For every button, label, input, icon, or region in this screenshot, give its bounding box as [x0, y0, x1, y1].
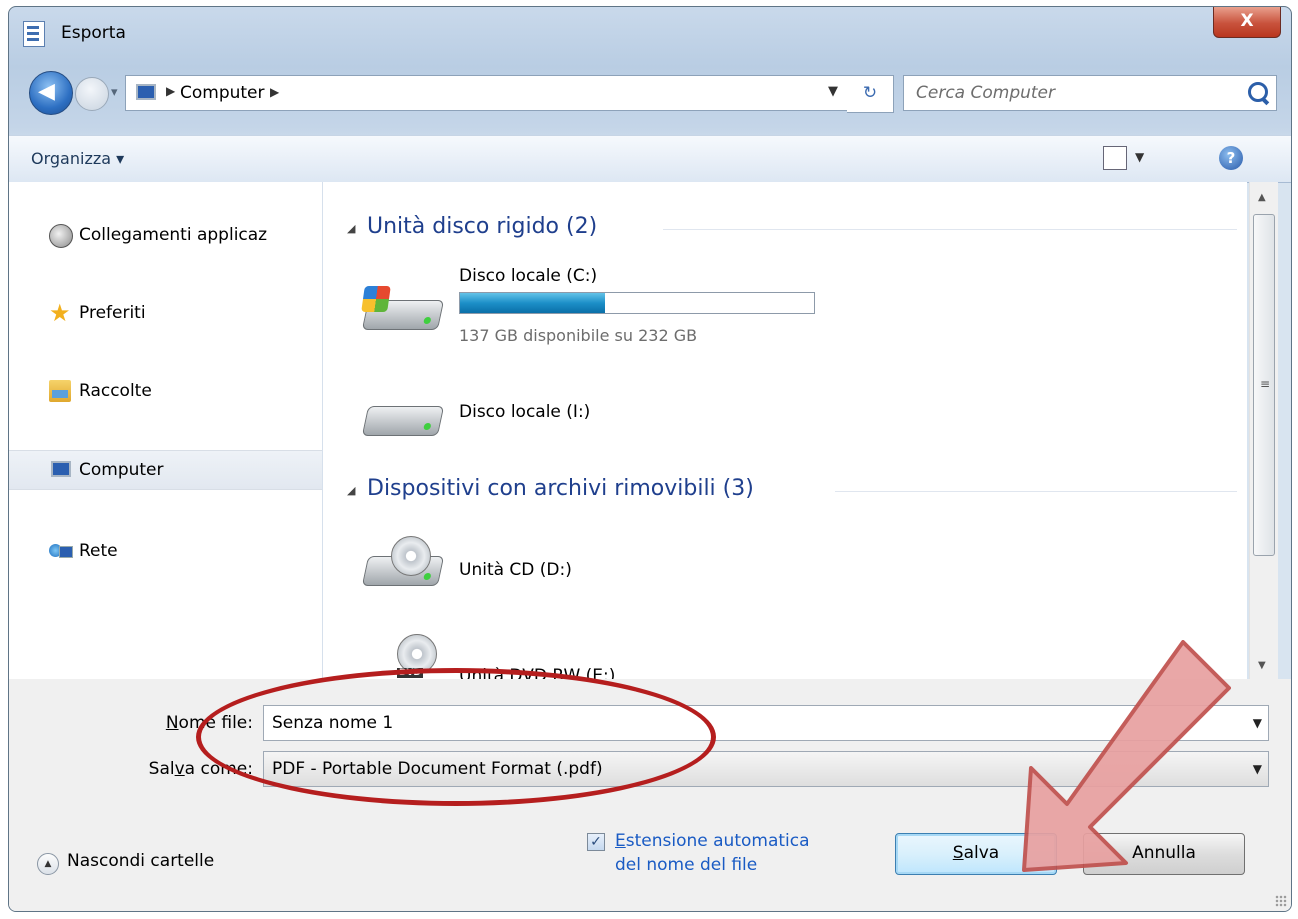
chevron-up-icon: ▲ [37, 853, 59, 875]
document-icon [23, 21, 45, 47]
drive-c-usage-fill [460, 293, 606, 313]
group-divider [663, 229, 1237, 230]
scroll-down-icon[interactable]: ▼ [1258, 660, 1266, 671]
network-icon [49, 540, 73, 562]
scroll-up-icon[interactable]: ▲ [1258, 192, 1266, 203]
grip-icon: ≡ [1260, 377, 1271, 391]
system-drive-icon[interactable] [359, 286, 447, 338]
search-placeholder: Cerca Computer [916, 83, 1055, 103]
command-bar: Organizza ▾ ▼ ? [9, 135, 1291, 183]
search-box[interactable]: Cerca Computer [903, 75, 1277, 111]
collapse-triangle-icon[interactable]: ◢ [347, 484, 355, 497]
drive-name-c[interactable]: Disco locale (C:) [459, 266, 597, 286]
resize-grip[interactable] [1275, 895, 1287, 907]
auto-extension-checkbox[interactable]: ✓ [587, 833, 605, 851]
sidebar-item-network[interactable]: Rete [9, 532, 322, 570]
scrollbar-thumb[interactable]: ≡ [1253, 214, 1275, 556]
navigation-bar: ▾ ▶ Computer ▶ ▼ ↻ Cerca Computer [9, 69, 1291, 117]
sidebar-item-app-links[interactable]: Collegamenti applicaz [9, 216, 322, 254]
drive-name-i[interactable]: Disco locale (I:) [459, 402, 590, 422]
star-icon: ★ [49, 299, 71, 327]
vertical-scrollbar[interactable]: ▲ ≡ ▼ [1249, 182, 1278, 679]
sidebar-item-computer[interactable]: Computer [9, 450, 322, 490]
window-title: Esporta [61, 23, 126, 43]
navigation-pane: Collegamenti applicaz ★ Preferiti Raccol… [9, 182, 323, 679]
filename-dropdown-icon[interactable]: ▼ [1253, 716, 1262, 730]
back-button[interactable] [29, 71, 73, 115]
collapse-triangle-icon[interactable]: ◢ [347, 222, 355, 235]
save-as-type-dropdown-icon[interactable]: ▼ [1253, 762, 1262, 776]
drive-c-usage-bar [459, 292, 815, 314]
breadcrumb-chevron-icon[interactable]: ▶ [270, 85, 279, 99]
recent-pages-dropdown[interactable]: ▾ [111, 85, 118, 100]
group-header-hard-drives[interactable]: Unità disco rigido (2) [367, 214, 597, 239]
help-button[interactable]: ? [1219, 146, 1243, 170]
cd-drive-icon[interactable] [359, 536, 447, 594]
breadcrumb-computer[interactable]: Computer [180, 83, 265, 103]
drive-name-d[interactable]: Unità CD (D:) [459, 560, 572, 580]
cancel-button[interactable]: Annulla [1083, 833, 1245, 875]
view-options-icon[interactable] [1103, 146, 1127, 170]
title-bar: Esporta X [9, 7, 1291, 49]
auto-extension-label[interactable]: Estensione automatica del nome del file [615, 829, 810, 877]
save-button[interactable]: Salva [895, 833, 1057, 875]
sidebar-item-label: Raccolte [79, 381, 152, 401]
breadcrumb-separator-icon: ▶ [166, 84, 176, 98]
globe-icon [49, 224, 73, 248]
hide-folders-label: Nascondi cartelle [67, 851, 215, 871]
search-icon[interactable] [1248, 82, 1268, 102]
organize-menu[interactable]: Organizza ▾ [31, 149, 124, 168]
view-dropdown-icon[interactable]: ▼ [1135, 150, 1144, 164]
forward-button[interactable] [75, 77, 109, 111]
sidebar-item-label: Computer [79, 460, 164, 480]
computer-icon [134, 82, 164, 104]
hard-drive-icon[interactable] [359, 392, 447, 444]
highlight-ellipse [196, 668, 716, 806]
refresh-icon: ↻ [862, 83, 878, 103]
sidebar-item-favorites[interactable]: ★ Preferiti [9, 294, 322, 332]
address-bar[interactable]: ▶ Computer ▶ ▼ [125, 75, 849, 111]
close-button[interactable]: X [1213, 7, 1281, 38]
sidebar-item-label: Collegamenti applicaz [79, 225, 268, 245]
drive-c-free-space: 137 GB disponibile su 232 GB [459, 326, 698, 345]
libraries-icon [49, 380, 71, 402]
sidebar-item-libraries[interactable]: Raccolte [9, 372, 322, 410]
computer-icon [49, 459, 71, 481]
refresh-button[interactable]: ↻ [847, 75, 894, 113]
group-divider [835, 491, 1237, 492]
group-header-removable[interactable]: Dispositivi con archivi rimovibili (3) [367, 476, 754, 501]
checkmark-icon: ✓ [590, 834, 602, 850]
sidebar-item-label: Rete [79, 541, 118, 561]
address-dropdown-icon[interactable]: ▼ [828, 84, 838, 99]
file-list: ◢ Unità disco rigido (2) Disco locale (C… [323, 182, 1247, 679]
sidebar-item-label: Preferiti [79, 303, 146, 323]
